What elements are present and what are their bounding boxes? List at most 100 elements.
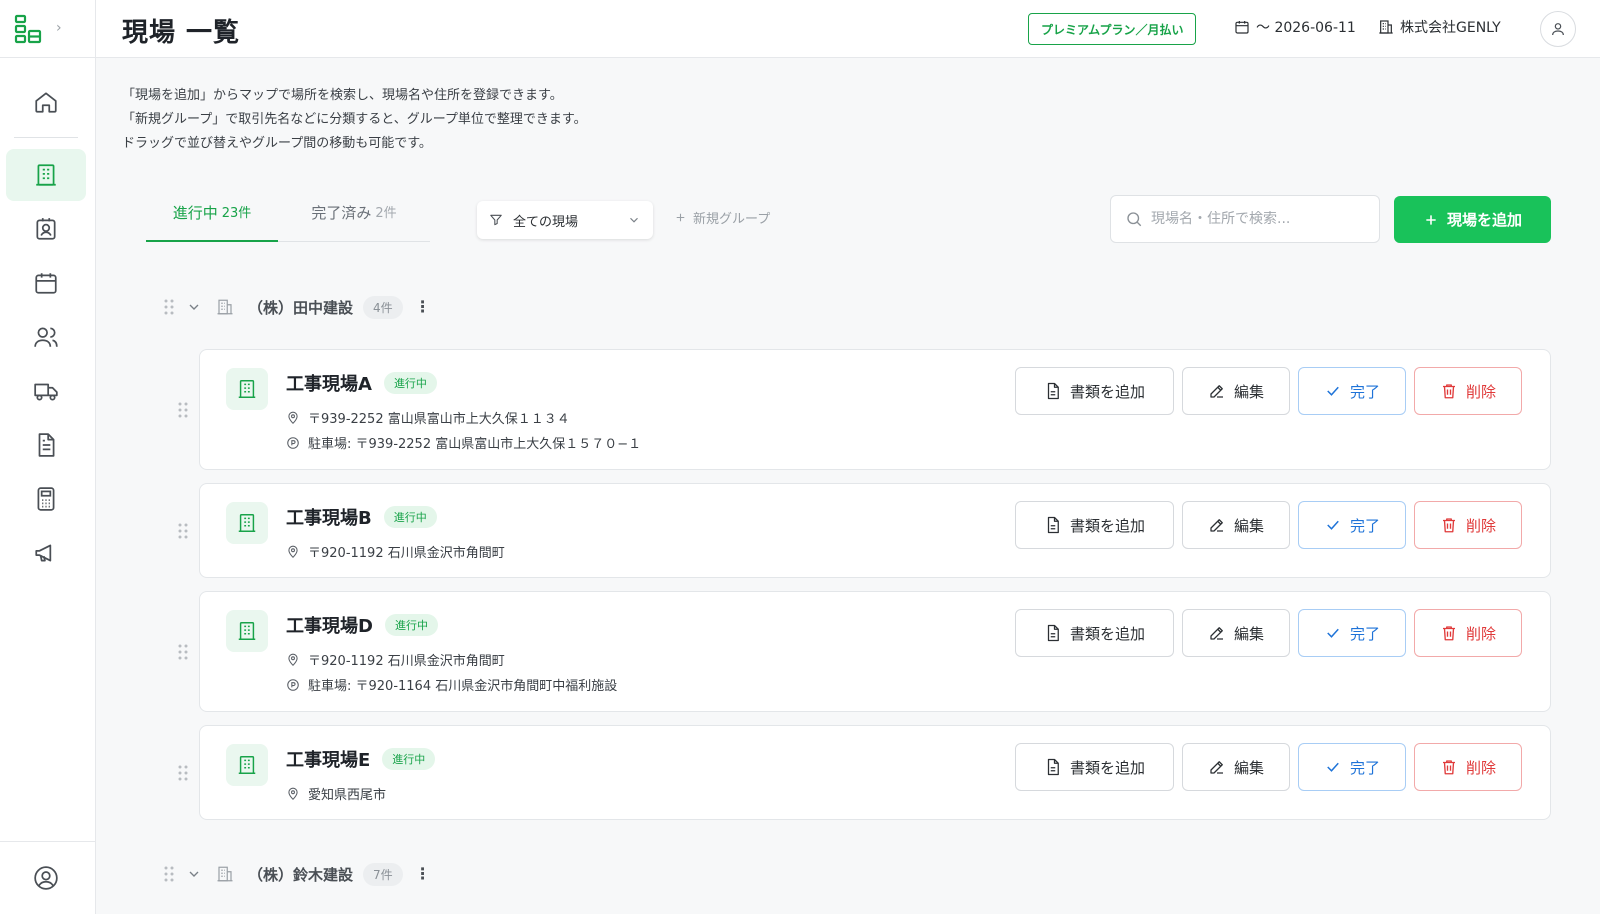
app-logo[interactable] bbox=[14, 14, 42, 44]
sidebar-item-announcements[interactable] bbox=[6, 527, 86, 579]
megaphone-icon bbox=[35, 544, 52, 562]
map-pin-icon bbox=[288, 411, 298, 424]
search-icon bbox=[1127, 212, 1142, 227]
status-badge: 進行中 bbox=[383, 372, 437, 394]
drag-handle-icon[interactable] bbox=[164, 298, 174, 316]
add-site-button[interactable]: 現場を追加 bbox=[1394, 196, 1551, 243]
complete-button[interactable]: 完了 bbox=[1298, 609, 1406, 657]
delete-button[interactable]: 削除 bbox=[1414, 743, 1522, 791]
user-icon bbox=[1552, 23, 1564, 36]
plus-icon bbox=[676, 213, 685, 222]
drag-handle-icon[interactable] bbox=[178, 643, 188, 661]
delete-label: 削除 bbox=[1465, 624, 1496, 643]
trash-icon bbox=[1442, 626, 1455, 641]
office-building-icon bbox=[1379, 20, 1393, 34]
home-icon bbox=[35, 92, 57, 113]
document-icon bbox=[38, 433, 55, 457]
group-name: （株）田中建設 bbox=[248, 298, 354, 317]
delete-label: 削除 bbox=[1465, 758, 1496, 777]
sidebar-item-users[interactable] bbox=[6, 311, 86, 363]
site-name[interactable]: 工事現場A bbox=[286, 370, 372, 396]
building-icon bbox=[238, 756, 256, 774]
group-header: （株）田中建設 4件 ⋮ bbox=[164, 293, 431, 321]
tab-label: 進行中 bbox=[172, 204, 218, 222]
delete-button[interactable]: 削除 bbox=[1414, 609, 1522, 657]
search-input[interactable] bbox=[1151, 211, 1361, 227]
site-parking: 駐車場: 〒920-1164 石川県金沢市角間町中福利施設 bbox=[286, 675, 617, 694]
contract-date: 〜 2026-06-11 bbox=[1234, 17, 1356, 37]
id-badge-icon bbox=[36, 218, 56, 240]
site-card[interactable]: 工事現場E 進行中 愛知県西尾市 書類を追加 編集 完了 削除 bbox=[178, 725, 1551, 820]
more-vertical-icon[interactable]: ⋮ bbox=[415, 866, 431, 882]
search-box[interactable] bbox=[1110, 195, 1380, 243]
add-document-button[interactable]: 書類を追加 bbox=[1015, 609, 1174, 657]
sidebar-item-documents[interactable] bbox=[6, 419, 86, 471]
sidebar-item-home[interactable] bbox=[6, 76, 86, 128]
building-icon bbox=[238, 380, 256, 398]
site-name[interactable]: 工事現場B bbox=[286, 504, 372, 530]
add-document-button[interactable]: 書類を追加 bbox=[1015, 367, 1174, 415]
intro-line: 「新規グループ」で取引先名などに分類すると、グループ単位で整理できます。 bbox=[122, 112, 587, 127]
sidebar-item-sites[interactable] bbox=[6, 149, 86, 201]
site-title-row: 工事現場B 進行中 bbox=[286, 504, 437, 530]
complete-button[interactable]: 完了 bbox=[1298, 501, 1406, 549]
tab-completed[interactable]: 完了済み 2件 bbox=[278, 202, 430, 242]
complete-button[interactable]: 完了 bbox=[1298, 743, 1406, 791]
add-document-button[interactable]: 書類を追加 bbox=[1015, 743, 1174, 791]
chevron-down-icon[interactable] bbox=[186, 299, 202, 315]
delete-button[interactable]: 削除 bbox=[1414, 501, 1522, 549]
site-address: 愛知県西尾市 bbox=[286, 784, 386, 803]
edit-button[interactable]: 編集 bbox=[1182, 501, 1290, 549]
site-actions: 書類を追加 編集 完了 削除 bbox=[1015, 743, 1522, 791]
sidebar-item-account[interactable] bbox=[6, 852, 86, 904]
add-document-button[interactable]: 書類を追加 bbox=[1015, 501, 1174, 549]
site-card[interactable]: 工事現場B 進行中 〒920-1192 石川県金沢市角間町 書類を追加 編集 完… bbox=[178, 483, 1551, 578]
edit-label: 編集 bbox=[1233, 758, 1264, 777]
edit-icon bbox=[1210, 627, 1223, 640]
sidebar-item-calendar[interactable] bbox=[6, 257, 86, 309]
chevron-down-icon[interactable] bbox=[186, 866, 202, 882]
sidebar-item-vehicles[interactable] bbox=[6, 365, 86, 417]
edit-button[interactable]: 編集 bbox=[1182, 743, 1290, 791]
site-card[interactable]: 工事現場A 進行中 〒939-2252 富山県富山市上大久保１１３４ 駐車場: … bbox=[178, 349, 1551, 470]
delete-button[interactable]: 削除 bbox=[1414, 367, 1522, 415]
building-icon bbox=[217, 299, 233, 315]
add-document-label: 書類を追加 bbox=[1069, 624, 1145, 643]
map-pin-icon bbox=[288, 787, 298, 800]
status-badge: 進行中 bbox=[384, 614, 438, 636]
drag-handle-icon[interactable] bbox=[178, 522, 188, 540]
contract-date-text: 〜 2026-06-11 bbox=[1256, 20, 1356, 36]
plan-badge[interactable]: プレミアムプラン／月払い bbox=[1028, 13, 1197, 45]
calculator-icon bbox=[37, 487, 55, 511]
building-icon bbox=[238, 622, 256, 640]
sidebar-header-divider bbox=[0, 57, 96, 58]
group-name: （株）鈴木建設 bbox=[248, 865, 354, 884]
drag-handle-icon[interactable] bbox=[164, 865, 174, 883]
edit-button[interactable]: 編集 bbox=[1182, 367, 1290, 415]
site-address: 〒920-1192 石川県金沢市角間町 bbox=[286, 542, 505, 561]
complete-button[interactable]: 完了 bbox=[1298, 367, 1406, 415]
more-vertical-icon[interactable]: ⋮ bbox=[415, 299, 431, 315]
sidebar-expand-icon[interactable]: › bbox=[56, 20, 62, 36]
sidebar-item-estimates[interactable] bbox=[6, 473, 86, 525]
chevron-down-icon bbox=[630, 217, 638, 223]
tab-in-progress[interactable]: 進行中 23件 bbox=[146, 202, 278, 242]
add-document-label: 書類を追加 bbox=[1069, 382, 1145, 401]
sidebar-item-workers[interactable] bbox=[6, 203, 86, 255]
edit-label: 編集 bbox=[1233, 516, 1264, 535]
tab-count: 23件 bbox=[221, 206, 252, 221]
intro-line: 「現場を追加」からマップで場所を検索し、現場名や住所を登録できます。 bbox=[122, 88, 563, 103]
site-name[interactable]: 工事現場E bbox=[286, 746, 370, 772]
edit-button[interactable]: 編集 bbox=[1182, 609, 1290, 657]
tab-label: 完了済み bbox=[311, 204, 372, 222]
drag-handle-icon[interactable] bbox=[178, 401, 188, 419]
drag-handle-icon[interactable] bbox=[178, 764, 188, 782]
sidebar-separator bbox=[14, 137, 78, 138]
new-group-button[interactable]: 新規グループ bbox=[674, 208, 770, 227]
site-name[interactable]: 工事現場D bbox=[286, 612, 373, 638]
status-badge: 進行中 bbox=[383, 506, 437, 528]
user-avatar[interactable] bbox=[1540, 11, 1576, 47]
add-document-label: 書類を追加 bbox=[1069, 758, 1145, 777]
site-card[interactable]: 工事現場D 進行中 〒920-1192 石川県金沢市角間町 駐車場: 〒920-… bbox=[178, 591, 1551, 712]
site-filter-select[interactable]: 全ての現場 bbox=[477, 201, 653, 239]
